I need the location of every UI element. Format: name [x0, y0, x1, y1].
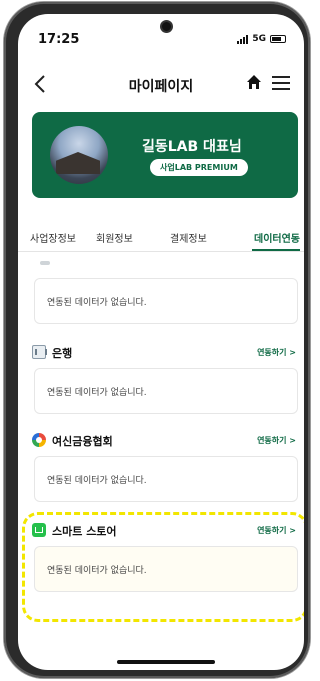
empty-message: 연동된 데이터가 없습니다. — [47, 298, 147, 308]
tab-business-info[interactable]: 사업장정보 — [30, 230, 76, 245]
bank-icon — [32, 345, 47, 359]
bank-title: 은행 — [52, 347, 73, 360]
tab-data-link[interactable]: 데이터연동 — [254, 230, 300, 245]
signal-icon — [237, 34, 249, 44]
bank-link-button[interactable]: 연동하기 > — [257, 347, 296, 358]
status-indicators: 5G — [237, 34, 286, 44]
card-empty-box: 연동된 데이터가 없습니다. — [34, 456, 298, 502]
empty-message: 연동된 데이터가 없습니다. — [47, 476, 147, 486]
bank-empty-box: 연동된 데이터가 없습니다. — [34, 368, 298, 414]
home-indicator[interactable] — [117, 660, 215, 664]
network-label: 5G — [252, 34, 266, 44]
avatar — [50, 126, 108, 184]
profile-name: 길동LAB 대표님 — [142, 139, 242, 155]
empty-message: 연동된 데이터가 없습니다. — [47, 566, 147, 576]
partial-section-icon — [40, 261, 50, 265]
smart-store-icon — [32, 523, 46, 537]
store-empty-box: 연동된 데이터가 없습니다. — [34, 546, 298, 592]
page-header: 마이페이지 — [18, 70, 304, 104]
bank-section-header: 은행 연동하기 > — [32, 344, 300, 362]
tab-payment-info[interactable]: 결제정보 — [170, 230, 207, 245]
hamburger-menu-icon[interactable] — [272, 76, 290, 90]
store-section-header: 스마트 스토어 연동하기 > — [32, 522, 300, 540]
phone-frame: 17:25 5G 마이페이지 길동LAB 대표님 사업LAB PREMIUM 사… — [4, 2, 310, 678]
store-title: 스마트 스토어 — [52, 525, 117, 538]
tab-member-info[interactable]: 회원정보 — [96, 230, 133, 245]
membership-badge: 사업LAB PREMIUM — [150, 159, 248, 176]
card-title: 여신금융협회 — [52, 435, 113, 448]
screen: 17:25 5G 마이페이지 길동LAB 대표님 사업LAB PREMIUM 사… — [18, 14, 304, 670]
store-link-button[interactable]: 연동하기 > — [257, 525, 296, 536]
tab-bar: 사업장정보 회원정보 결제정보 데이터연동 — [18, 226, 304, 252]
card-association-icon — [32, 433, 46, 447]
empty-message: 연동된 데이터가 없습니다. — [47, 388, 147, 398]
battery-icon — [270, 35, 286, 43]
front-camera — [160, 20, 173, 33]
status-time: 17:25 — [38, 32, 80, 47]
card-link-button[interactable]: 연동하기 > — [257, 435, 296, 446]
status-bar: 17:25 5G — [18, 14, 304, 54]
home-icon[interactable] — [246, 74, 262, 90]
active-tab-indicator — [252, 249, 300, 251]
profile-card: 길동LAB 대표님 사업LAB PREMIUM — [32, 112, 298, 198]
card-section-header: 여신금융협회 연동하기 > — [32, 432, 300, 450]
top-empty-box: 연동된 데이터가 없습니다. — [34, 278, 298, 324]
